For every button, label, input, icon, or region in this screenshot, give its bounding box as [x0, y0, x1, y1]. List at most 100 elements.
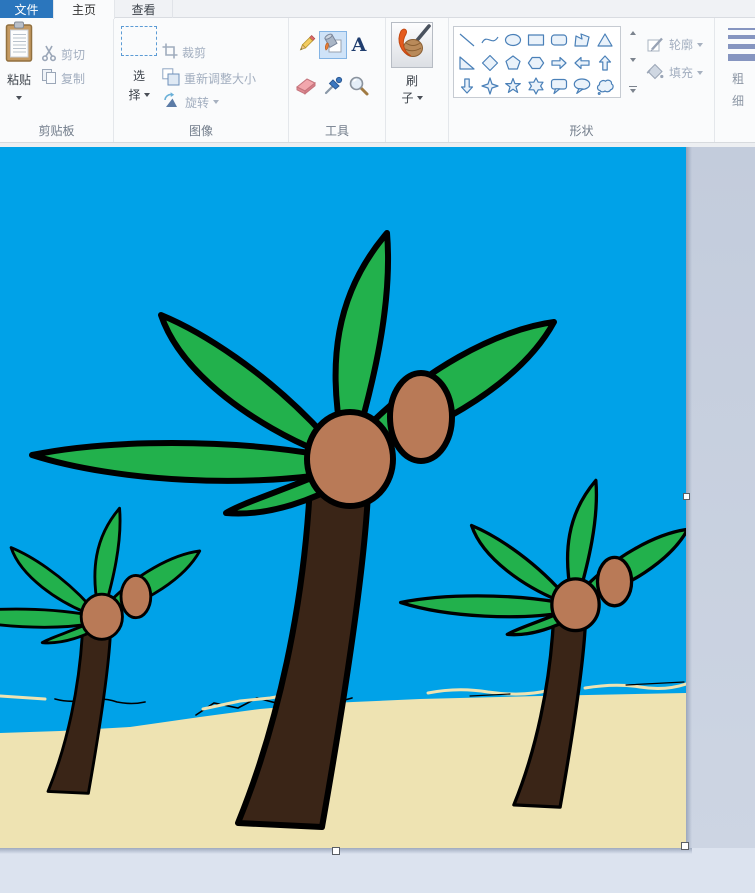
shape-arrow-right-button[interactable]: [547, 51, 570, 74]
shape-callout-oval-button[interactable]: [570, 74, 593, 97]
resize-label: 重新调整大小: [184, 72, 257, 86]
brush-icon: [393, 23, 431, 68]
shape-callout-cloud-button[interactable]: [593, 74, 616, 97]
cut-label: 剪切: [61, 48, 86, 62]
more-arrow-icon: [629, 89, 636, 93]
fill-tool-button[interactable]: [319, 31, 347, 59]
shape-diamond-button[interactable]: [478, 51, 501, 74]
hexagon-icon: [527, 56, 544, 69]
clipboard-icon: [4, 21, 34, 66]
rectangle-icon: [527, 33, 544, 46]
brush-dropdown-arrow: [416, 95, 423, 100]
copy-icon: [41, 68, 57, 88]
brush-button[interactable]: [391, 22, 433, 68]
tab-file[interactable]: 文件: [0, 0, 53, 18]
shape-right-triangle-button[interactable]: [455, 51, 478, 74]
fill-dropdown-arrow: [697, 70, 704, 75]
right-triangle-icon: [458, 55, 475, 70]
shapes-scroll-up-button[interactable]: [629, 31, 636, 35]
canvas-resize-handle-bottom[interactable]: [332, 847, 340, 855]
group-shapes: 轮廓 填充 形状: [449, 18, 715, 142]
more-bar-icon: [628, 85, 637, 87]
shape-arrow-up-button[interactable]: [593, 51, 616, 74]
canvas-resize-handle-bottom-right[interactable]: [681, 842, 689, 850]
group-tools: A 工具: [289, 18, 386, 142]
curve-icon: [480, 36, 499, 43]
size-label-1: 粗: [731, 72, 744, 86]
selection-marquee-icon: [121, 26, 157, 56]
group-clipboard: 粘贴 剪切 复制 剪贴板: [0, 18, 114, 142]
shape-pentagon-button[interactable]: [501, 51, 524, 74]
arrow-down-icon: [460, 77, 473, 94]
magnifier-tool-button[interactable]: [345, 73, 373, 101]
resize-icon: [162, 68, 180, 89]
shape-star-5-button[interactable]: [501, 74, 524, 97]
eyedropper-icon: [322, 75, 344, 100]
diamond-icon: [481, 54, 498, 71]
ribbon: 粘贴 剪切 复制 剪贴板 选 择 裁剪 重新调整大小 旋转 图像 A 工具 刷 …: [0, 18, 755, 143]
group-image: 选 择 裁剪 重新调整大小 旋转 图像: [114, 18, 289, 142]
pencil-icon: [295, 33, 317, 58]
clipboard-group-label: 剪贴板: [38, 124, 75, 138]
outline-button[interactable]: 轮廓: [645, 33, 704, 56]
triangle-icon: [596, 32, 613, 47]
shape-line-button[interactable]: [455, 28, 478, 51]
select-label-2: 择: [128, 88, 141, 102]
paste-button[interactable]: 粘贴: [1, 21, 37, 121]
resize-button[interactable]: 重新调整大小: [162, 68, 256, 89]
crop-button[interactable]: 裁剪: [162, 43, 206, 62]
select-label-1: 选: [132, 69, 145, 83]
rotate-dropdown-arrow: [213, 100, 220, 104]
select-button[interactable]: 选 择: [116, 26, 162, 103]
shapes-scroll-down-button[interactable]: [629, 58, 636, 63]
text-tool-button[interactable]: A: [345, 31, 373, 59]
arrow-up-icon: [598, 54, 611, 71]
shape-ellipse-button[interactable]: [501, 28, 524, 51]
brush-label-1: 刷: [405, 74, 418, 88]
cut-button[interactable]: 剪切: [41, 44, 85, 65]
rotate-button[interactable]: 旋转: [162, 92, 220, 112]
rotate-label: 旋转: [185, 95, 210, 110]
polygon-icon: [573, 32, 590, 47]
shape-arrow-left-button[interactable]: [570, 51, 593, 74]
shapes-more-button[interactable]: [628, 85, 637, 93]
group-size: 粗 细: [715, 18, 755, 142]
canvas-resize-handle-right[interactable]: [683, 493, 690, 500]
shapes-group-label: 形状: [569, 124, 594, 138]
copy-button[interactable]: 复制: [41, 68, 85, 88]
star-5-icon: [504, 77, 521, 93]
pencil-tool-button[interactable]: [292, 31, 320, 59]
rotate-icon: [162, 92, 181, 112]
arrow-left-icon: [573, 56, 590, 69]
shape-star-6-button[interactable]: [524, 74, 547, 97]
copy-label: 复制: [61, 71, 86, 86]
fill-style-icon: [645, 61, 665, 84]
magnifier-icon: [348, 75, 370, 100]
workspace-background-right: [686, 147, 755, 848]
shapes-palette: [453, 26, 621, 98]
shape-callout-round-button[interactable]: [547, 74, 570, 97]
pentagon-icon: [504, 54, 521, 70]
fill-style-button[interactable]: 填充: [645, 61, 704, 84]
shape-polygon-button[interactable]: [570, 28, 593, 51]
tools-group-label: 工具: [324, 124, 349, 138]
shape-rectangle-button[interactable]: [524, 28, 547, 51]
shape-curve-button[interactable]: [478, 28, 501, 51]
tab-home[interactable]: 主页: [53, 0, 115, 19]
tab-view[interactable]: 查看: [115, 0, 173, 18]
group-brush: 刷 子: [386, 18, 449, 142]
drawing-canvas[interactable]: [0, 147, 690, 848]
star-4-icon: [480, 76, 499, 95]
shape-triangle-button[interactable]: [593, 28, 616, 51]
shape-star-4-button[interactable]: [478, 74, 501, 97]
callout-round-icon: [550, 78, 567, 94]
outline-dropdown-arrow: [697, 42, 704, 47]
eraser-icon: [294, 76, 318, 98]
eyedropper-tool-button[interactable]: [319, 73, 347, 101]
shape-hexagon-button[interactable]: [524, 51, 547, 74]
shape-rounded-rectangle-button[interactable]: [547, 28, 570, 51]
workspace-background-bottom: [0, 848, 755, 893]
eraser-tool-button[interactable]: [292, 73, 320, 101]
shape-arrow-down-button[interactable]: [455, 74, 478, 97]
size-label-2: 细: [731, 94, 744, 108]
